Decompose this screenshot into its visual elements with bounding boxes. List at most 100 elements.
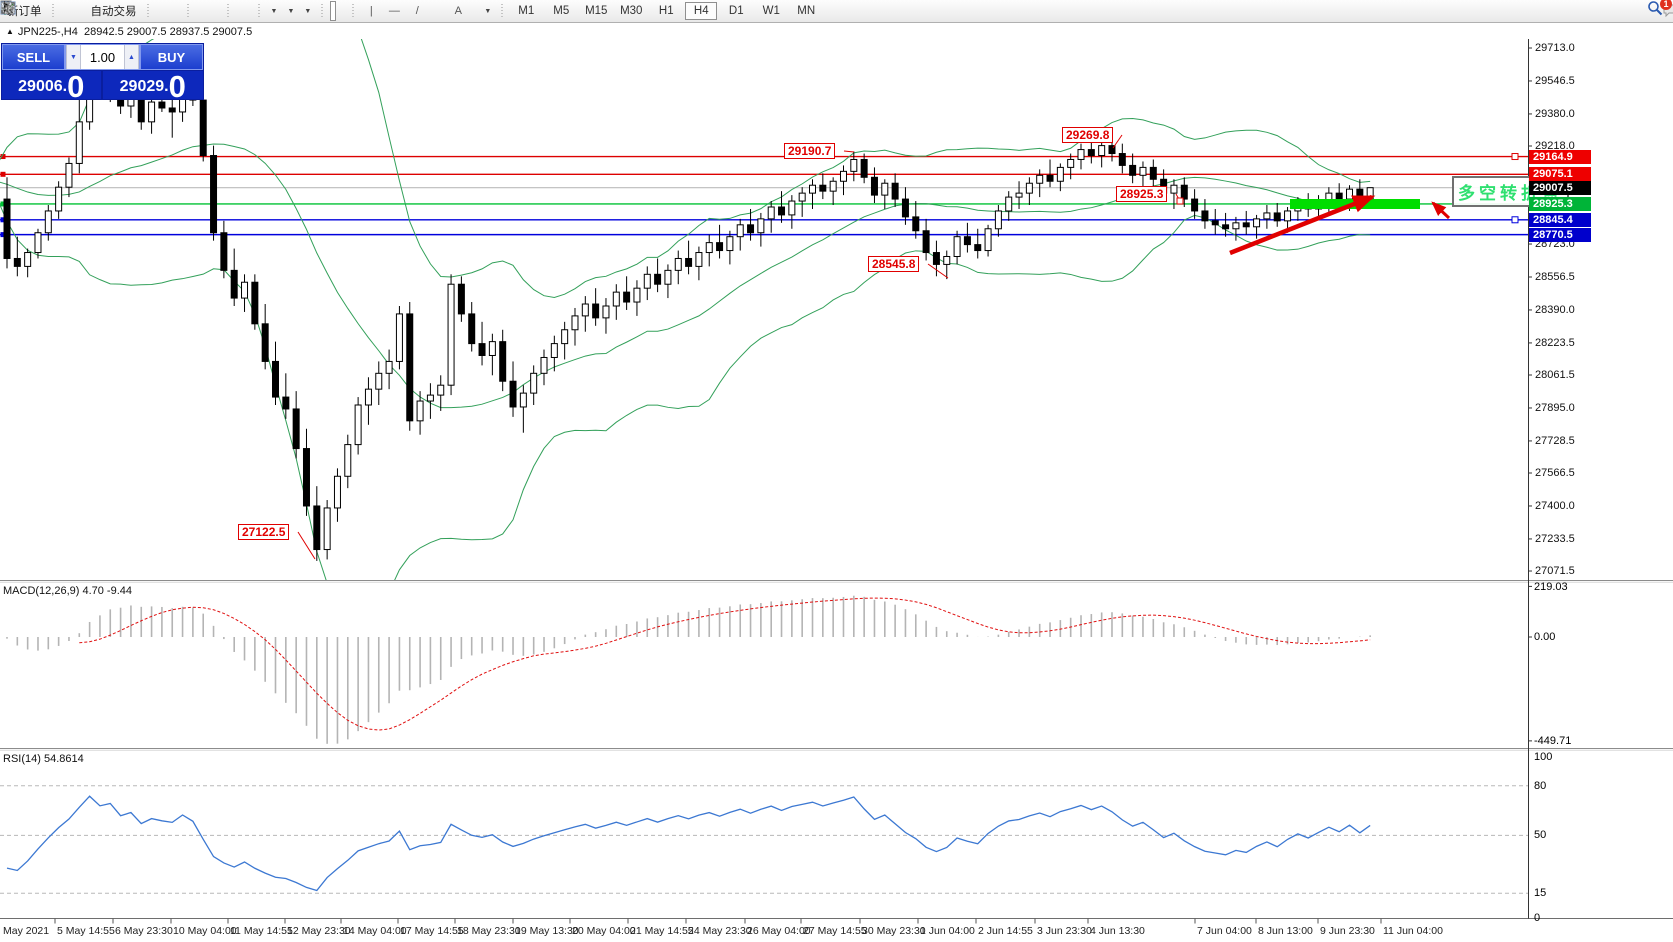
candle-chart-mode-button[interactable] bbox=[165, 1, 171, 21]
timeframe-button-w1[interactable]: W1 bbox=[755, 2, 787, 20]
buy-price-big: 0 bbox=[169, 73, 186, 100]
volume-input[interactable]: 1.00 bbox=[81, 45, 124, 69]
price-axis-label: 27728.5 bbox=[1535, 435, 1575, 447]
auto-trading-button[interactable]: 自动交易 bbox=[88, 1, 140, 21]
trendline-tool-button[interactable]: / bbox=[407, 1, 427, 21]
macd-axis-label: -449.71 bbox=[1534, 735, 1571, 747]
label-tool-button[interactable]: T bbox=[471, 1, 477, 21]
price-callout[interactable]: 29190.7 bbox=[784, 143, 835, 159]
candle-body bbox=[1150, 167, 1156, 179]
collapse-icon[interactable]: ▲ bbox=[6, 27, 14, 36]
timeframe-button-m15[interactable]: M15 bbox=[580, 2, 612, 20]
signal-button[interactable] bbox=[79, 1, 85, 21]
bar-chart-mode-button[interactable] bbox=[156, 1, 162, 21]
callout-anchor[interactable] bbox=[1177, 198, 1183, 204]
candle-body bbox=[1006, 197, 1012, 211]
candle-body bbox=[902, 199, 908, 217]
timeframe-button-d1[interactable]: D1 bbox=[720, 2, 752, 20]
toolbar-grip[interactable] bbox=[51, 4, 55, 18]
tile-windows-button[interactable] bbox=[214, 1, 220, 21]
main-pane[interactable] bbox=[0, 0, 1528, 618]
candle-body bbox=[582, 304, 588, 316]
toolbar-grip[interactable] bbox=[257, 4, 261, 18]
vertical-line-tool-button[interactable]: | bbox=[361, 1, 381, 21]
timeframe-button-mn[interactable]: MN bbox=[790, 2, 822, 20]
timeframe-button-m1[interactable]: M1 bbox=[510, 2, 542, 20]
timeframe-button-m5[interactable]: M5 bbox=[545, 2, 577, 20]
candle-body bbox=[727, 237, 733, 251]
text-tool-button[interactable]: A bbox=[448, 1, 468, 21]
line-chart-mode-button[interactable] bbox=[174, 1, 180, 21]
toolbar-grip[interactable] bbox=[351, 4, 355, 18]
line-anchor[interactable] bbox=[1512, 154, 1518, 160]
cursor-tool-button[interactable] bbox=[330, 1, 336, 21]
rsi-axis-label: 0 bbox=[1534, 912, 1540, 924]
candle-body bbox=[479, 344, 485, 356]
candle-body bbox=[954, 237, 960, 257]
candle-body bbox=[861, 159, 867, 177]
deposit-button[interactable] bbox=[61, 1, 67, 21]
indicators-menu-button[interactable]: ▼ bbox=[267, 1, 281, 21]
candle-body bbox=[334, 476, 340, 508]
horizontal-line-tool-button[interactable]: — bbox=[384, 1, 404, 21]
price-callout[interactable]: 28545.8 bbox=[868, 256, 919, 272]
volume-increase-button[interactable]: ▲ bbox=[124, 45, 139, 69]
macd-axis-label: 0.00 bbox=[1534, 631, 1555, 643]
rsi-pane[interactable] bbox=[0, 786, 1528, 893]
chart-shift-button[interactable] bbox=[236, 1, 242, 21]
price-badge: 29007.5 bbox=[1529, 181, 1591, 195]
auto-scroll-button[interactable] bbox=[245, 1, 251, 21]
price-callout[interactable]: 29269.8 bbox=[1062, 127, 1113, 143]
price-callout[interactable]: 28925.3 bbox=[1116, 186, 1167, 202]
sell-price[interactable]: 29006.0 bbox=[2, 71, 103, 100]
candle-body bbox=[603, 306, 609, 318]
small-arrow[interactable] bbox=[1433, 203, 1449, 218]
candle-body bbox=[1285, 211, 1291, 221]
templates-menu-button[interactable]: ▼ bbox=[300, 1, 314, 21]
timeframe-button-m30[interactable]: M30 bbox=[615, 2, 647, 20]
fibonacci-tool-button[interactable]: F bbox=[439, 1, 445, 21]
candle-body bbox=[923, 231, 929, 253]
profile-button[interactable] bbox=[70, 1, 76, 21]
buy-button[interactable]: BUY bbox=[140, 44, 203, 70]
arrows-tool-button[interactable]: ▼ bbox=[480, 1, 494, 21]
candle-body bbox=[231, 270, 237, 298]
volume-decrease-button[interactable]: ▼ bbox=[66, 45, 81, 69]
macd-pane[interactable] bbox=[7, 596, 1370, 744]
buy-price[interactable]: 29029.0 bbox=[103, 71, 204, 100]
periods-menu-button[interactable]: ▼ bbox=[283, 1, 297, 21]
callout-connector bbox=[1113, 135, 1122, 148]
candle-body bbox=[1140, 167, 1146, 175]
toolbar-grip[interactable] bbox=[146, 4, 150, 18]
timeframe-button-h4[interactable]: H4 bbox=[685, 2, 717, 20]
toolbar-grip[interactable] bbox=[186, 4, 190, 18]
line-anchor[interactable] bbox=[1512, 217, 1518, 223]
crosshair-tool-button[interactable] bbox=[339, 1, 345, 21]
candle-body bbox=[613, 292, 619, 306]
channel-tool-button[interactable]: E bbox=[430, 1, 436, 21]
price-callout[interactable]: 27122.5 bbox=[238, 524, 289, 540]
price-axis-label: 28390.0 bbox=[1535, 304, 1575, 316]
time-axis-label: 17 May 14:55 bbox=[400, 925, 464, 937]
line-anchor[interactable] bbox=[1, 172, 6, 177]
price-chart-canvas[interactable] bbox=[0, 0, 1673, 942]
candle-body bbox=[1078, 150, 1084, 160]
candle-body bbox=[355, 405, 361, 445]
timeframe-button-h1[interactable]: H1 bbox=[650, 2, 682, 20]
candle-body bbox=[293, 409, 299, 449]
zoom-in-button[interactable] bbox=[196, 1, 202, 21]
buy-price-base: 29029 bbox=[120, 74, 165, 100]
zoom-out-button[interactable] bbox=[205, 1, 211, 21]
notifications-button[interactable]: 1 bbox=[1661, 1, 1667, 21]
price-axis-label: 28223.5 bbox=[1535, 337, 1575, 349]
candle-body bbox=[252, 282, 258, 324]
toolbar-grip[interactable] bbox=[500, 4, 504, 18]
candle-body bbox=[14, 258, 20, 266]
candle-body bbox=[500, 342, 506, 382]
search-button[interactable] bbox=[1647, 1, 1653, 21]
toolbar-grip[interactable] bbox=[320, 4, 324, 18]
candle-body bbox=[1057, 167, 1063, 181]
toolbar-grip[interactable] bbox=[226, 4, 230, 18]
candle-body bbox=[551, 344, 557, 358]
sell-button[interactable]: SELL bbox=[2, 44, 65, 70]
